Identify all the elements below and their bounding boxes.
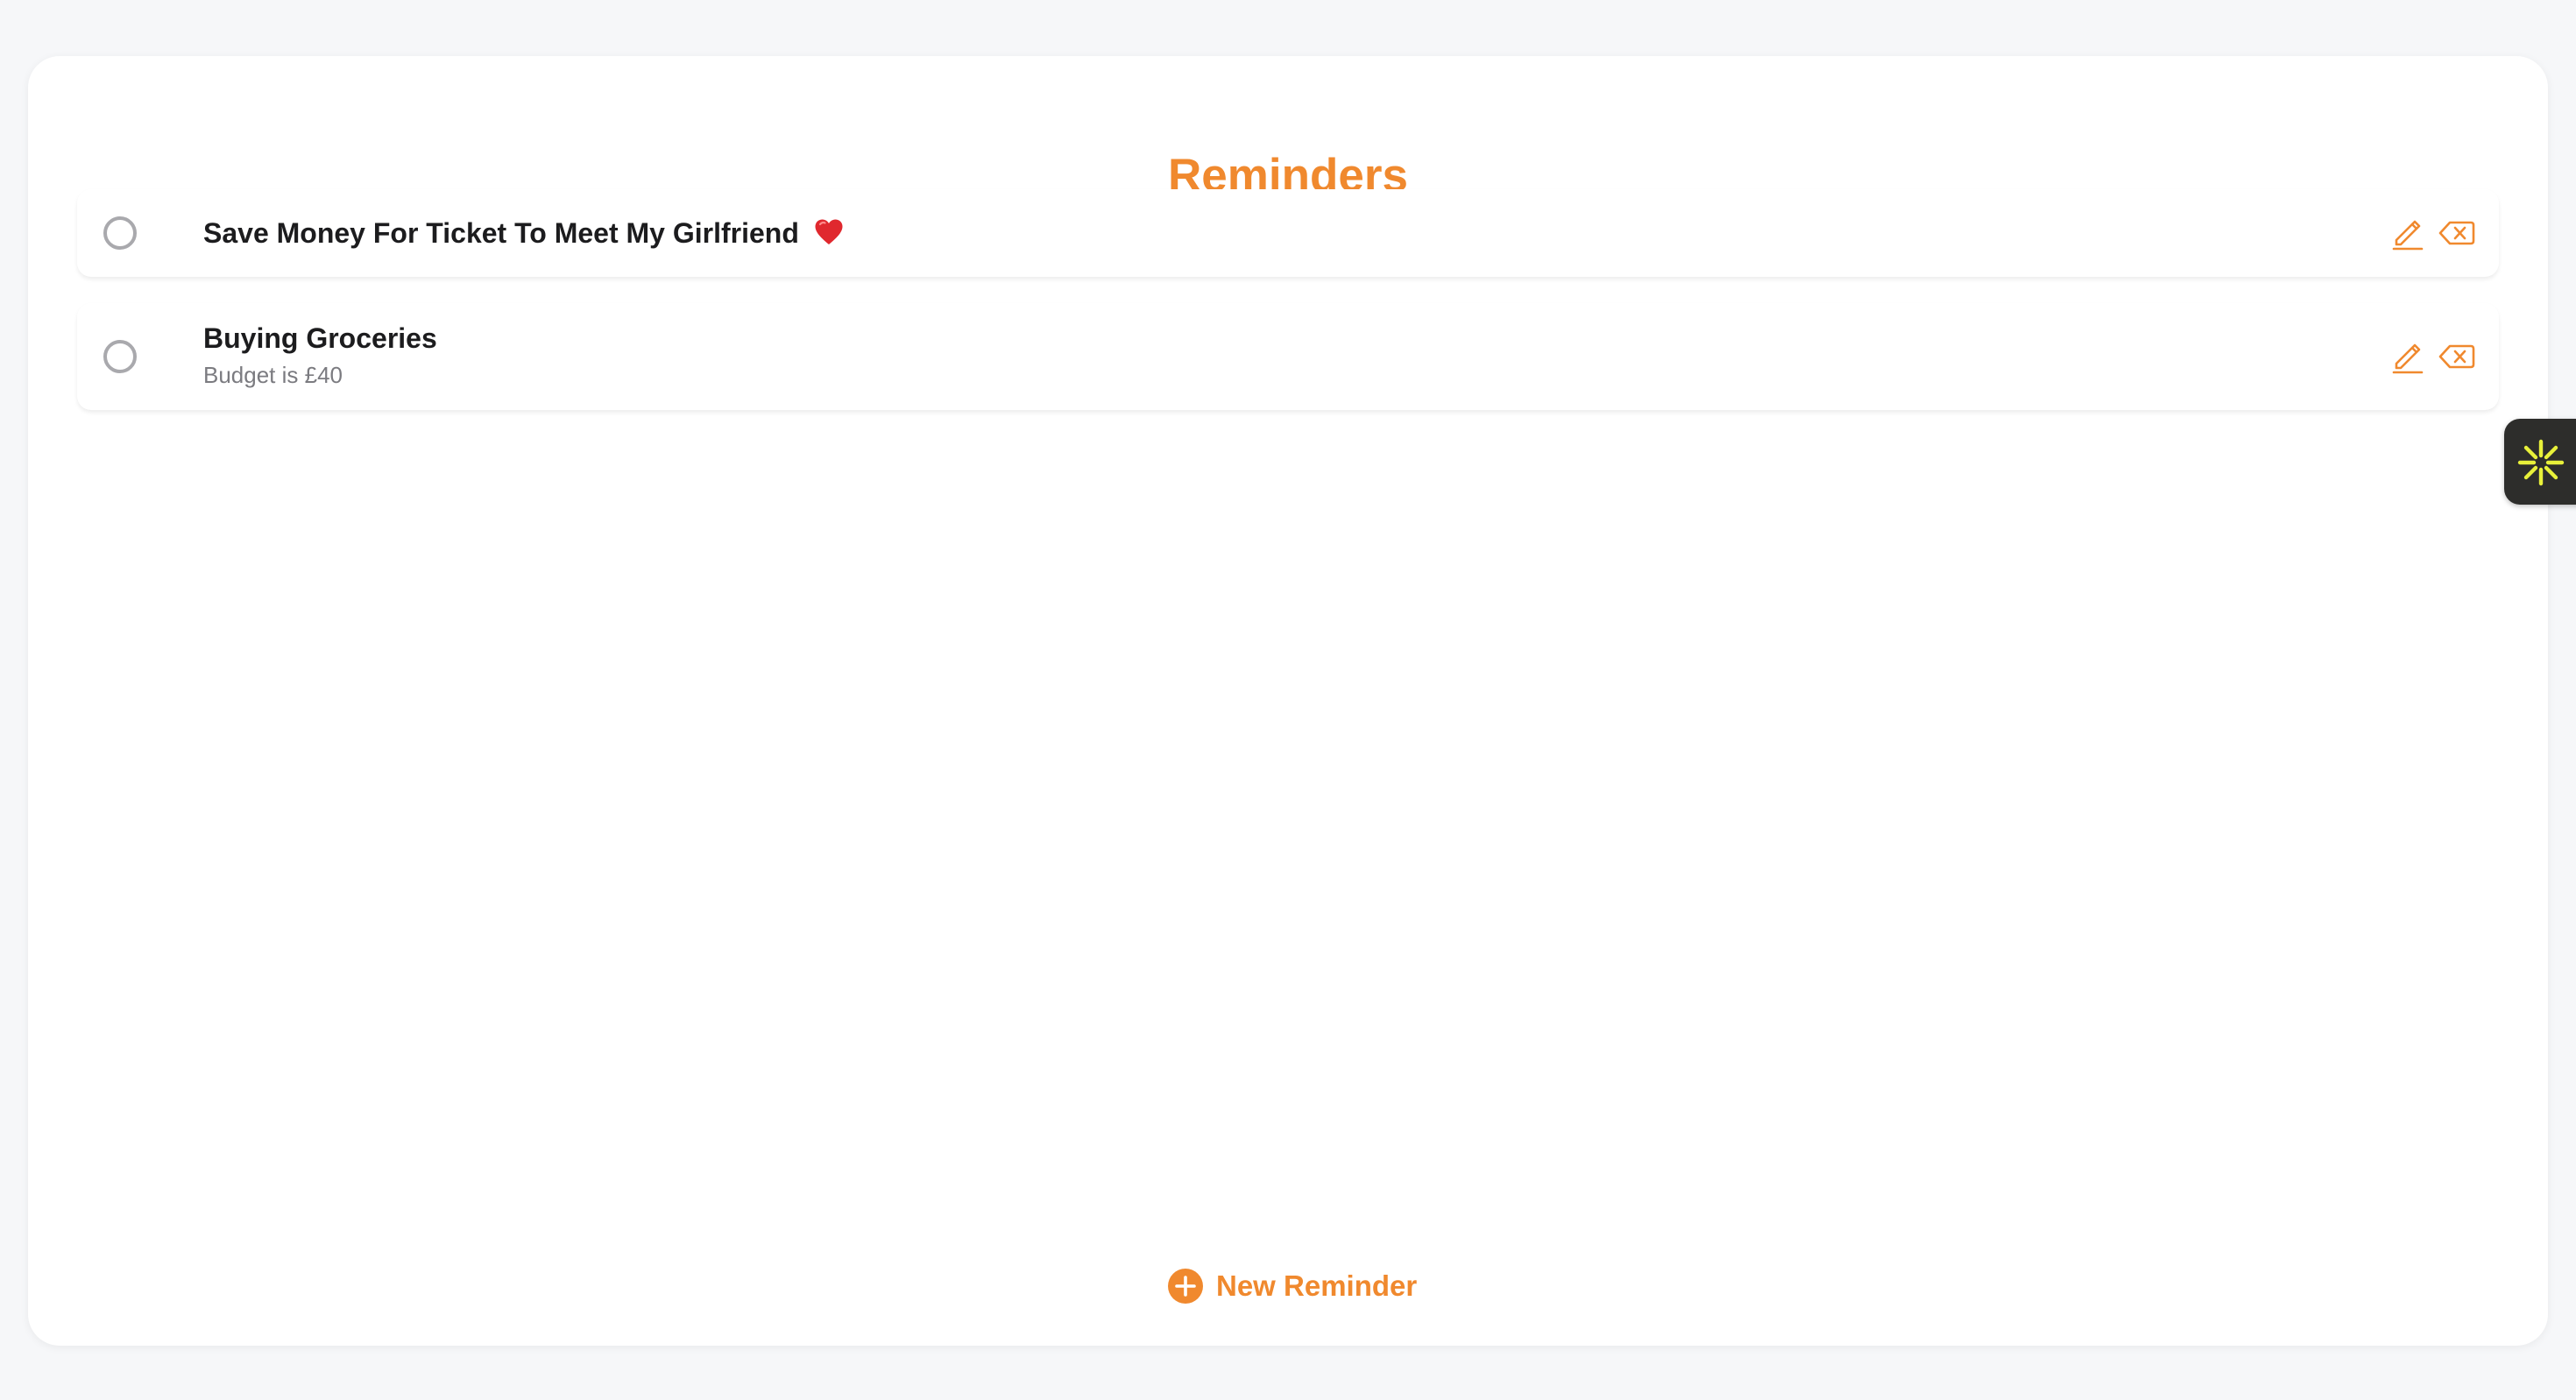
reminders-panel: Reminders Save Money For Ticket To Meet … xyxy=(28,56,2548,1346)
complete-toggle[interactable] xyxy=(103,216,137,250)
sparkle-asterisk-icon xyxy=(2517,439,2565,486)
plus-circle-icon xyxy=(1167,1268,1204,1305)
pencil-icon[interactable] xyxy=(2388,214,2427,252)
delete-backspace-icon[interactable] xyxy=(2438,337,2476,376)
new-reminder-button[interactable]: New Reminder xyxy=(1167,1265,1417,1307)
reminder-item[interactable]: Save Money For Ticket To Meet My Girlfri… xyxy=(77,189,2499,277)
reminder-actions xyxy=(2388,214,2480,252)
reminder-title: Buying Groceries xyxy=(203,322,437,354)
side-widget-button[interactable] xyxy=(2504,419,2576,505)
complete-toggle[interactable] xyxy=(103,340,137,373)
reminder-actions xyxy=(2388,337,2480,376)
red-heart-icon xyxy=(814,218,844,254)
reminder-item[interactable]: Buying Groceries Budget is £40 xyxy=(77,303,2499,410)
reminder-note: Budget is £40 xyxy=(203,362,343,388)
reminder-title: Save Money For Ticket To Meet My Girlfri… xyxy=(203,217,799,249)
pencil-icon[interactable] xyxy=(2388,337,2427,376)
reminder-title-container: Save Money For Ticket To Meet My Girlfri… xyxy=(203,216,844,254)
new-reminder-label: New Reminder xyxy=(1216,1269,1418,1302)
delete-backspace-icon[interactable] xyxy=(2438,214,2476,252)
